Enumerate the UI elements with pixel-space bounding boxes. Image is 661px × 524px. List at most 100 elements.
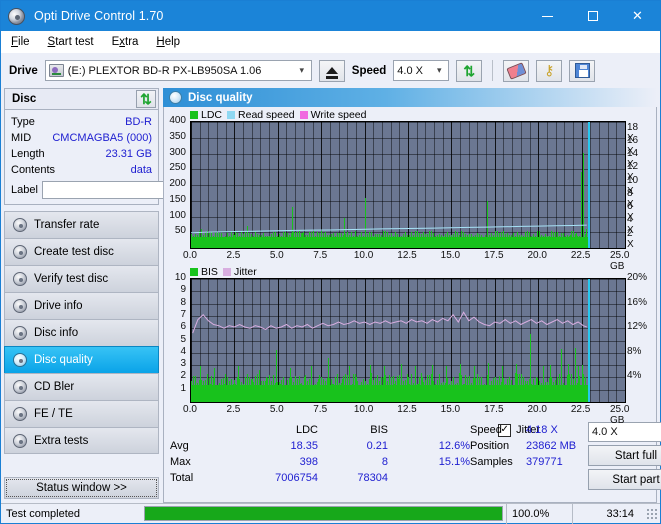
x-tick-label: 25.0 GB <box>610 404 629 426</box>
y-tick-label: 350 <box>164 131 186 142</box>
disc-panel-title: Disc <box>12 93 36 105</box>
menu-extra[interactable]: Extra <box>112 36 139 48</box>
stats-total-bis: 78304 <box>318 472 388 484</box>
sidebar-item-label: Create test disc <box>34 246 114 258</box>
run-info-row: Position 23862 MB <box>470 438 588 454</box>
menu-bar: FFileile Start test Extra Help <box>1 31 660 53</box>
disc-icon <box>13 245 27 259</box>
drive-label: Drive <box>9 65 38 77</box>
sidebar-item-extra-tests[interactable]: Extra tests <box>4 427 159 454</box>
x-tick-label: 2.5 <box>226 250 240 261</box>
disc-info-row: Contents data <box>11 162 152 178</box>
legend-label: Read speed <box>238 109 295 121</box>
status-window-button[interactable]: Status window >> <box>4 477 159 499</box>
close-button[interactable]: ✕ <box>615 1 660 31</box>
sidebar-item-disc-info[interactable]: Disc info <box>4 319 159 346</box>
keys-button[interactable]: ⚷ <box>536 60 562 82</box>
x-tick-label: 22.5 <box>571 404 590 415</box>
chevron-down-icon: ▾ <box>295 65 309 76</box>
legend-label: LDC <box>201 109 222 121</box>
x-tick-label: 25.0 GB <box>610 250 629 272</box>
speed-select[interactable]: 4.0 X ▾ <box>393 60 449 81</box>
disc-icon <box>13 380 27 394</box>
stats-row-label: Avg <box>170 440 232 452</box>
y-tick-label: 9 <box>164 284 186 295</box>
y-tick-label: 250 <box>164 162 186 173</box>
elapsed-time: 33:14 <box>572 504 646 524</box>
x-tick-label: 7.5 <box>313 404 327 415</box>
stats-table: LDC BIS ✓ Jitter Avg 18.35 0.21 12.6% Ma… <box>170 422 470 490</box>
y2-tick-label: 12% <box>627 321 647 332</box>
stats-max-bis: 8 <box>318 456 388 468</box>
drive-select[interactable]: (E:) PLEXTOR BD-R PX-LB950SA 1.06 ▾ <box>45 60 312 81</box>
y-tick-label: 8 <box>164 297 186 308</box>
charts-container: LDC Read speed Write speed 50 100 150 200 25… <box>163 107 657 503</box>
stats-total-ldc: 7006754 <box>232 472 318 484</box>
x-tick-label: 0.0 <box>183 250 197 261</box>
sidebar-item-label: FE / TE <box>34 408 73 420</box>
maximize-button[interactable] <box>570 1 615 31</box>
minimize-button[interactable] <box>525 1 570 31</box>
save-button[interactable] <box>569 60 595 82</box>
disc-icon <box>13 218 27 232</box>
toolbar-divider <box>492 60 493 81</box>
x-tick-label: 15.0 <box>441 250 460 261</box>
y-tick-label: 10 <box>164 272 186 283</box>
x-tick-label: 15.0 <box>441 404 460 415</box>
disc-info-row: Length 23.31 GB <box>11 146 152 162</box>
legend-label: Jitter <box>234 266 257 278</box>
stats-avg-jitter: 12.6% <box>388 440 470 452</box>
run-info-values: Speed 4.18 X Position 23862 MB Samples 3… <box>470 422 588 490</box>
sidebar-item-disc-quality[interactable]: Disc quality <box>4 346 159 373</box>
x-tick-label: 17.5 <box>484 404 503 415</box>
sidebar-item-transfer-rate[interactable]: Transfer rate <box>4 211 159 238</box>
run-controls: 4.0 X ▾ Start full Start part <box>588 422 661 490</box>
disc-refresh-button[interactable]: ⇅ <box>136 90 156 108</box>
disc-label-label: Label <box>11 184 38 196</box>
erase-button[interactable] <box>503 60 529 82</box>
x-tick-label: 5.0 <box>270 250 284 261</box>
disc-panel-header: Disc ⇅ <box>4 88 159 110</box>
chart-bottom: 1 2 3 4 5 6 7 8 9 10 4% 8% 12% 16% 20% <box>190 278 626 403</box>
sidebar-item-create-test-disc[interactable]: Create test disc <box>4 238 159 265</box>
disc-mid-value: CMCMAGBA5 (000) <box>52 132 152 144</box>
x-tick-label: 22.5 <box>571 250 590 261</box>
table-row: Avg 18.35 0.21 12.6% <box>170 438 470 454</box>
disc-contents-label: Contents <box>11 164 55 176</box>
sidebar-item-verify-test-disc[interactable]: Verify test disc <box>4 265 159 292</box>
run-info-row: Samples 379771 <box>470 454 588 470</box>
main-area: Disc ⇅ Type BD-R MID CMCMAGBA5 (000) Len… <box>1 88 660 503</box>
refresh-icon: ⇅ <box>140 92 152 106</box>
menu-help[interactable]: Help <box>156 36 180 48</box>
start-part-button[interactable]: Start part <box>588 469 661 490</box>
eject-button[interactable] <box>319 60 345 82</box>
x-tick-label: 17.5 <box>484 250 503 261</box>
window-title: Opti Drive Control 1.70 <box>34 9 163 23</box>
resize-grip[interactable] <box>646 508 658 520</box>
menu-start-test[interactable]: Start test <box>48 36 94 48</box>
disc-icon <box>13 326 27 340</box>
status-bar: Test completed 100.0% 33:14 <box>1 503 660 523</box>
sidebar-item-drive-info[interactable]: Drive info <box>4 292 159 319</box>
sidebar-item-cd-bler[interactable]: CD Bler <box>4 373 159 400</box>
sidebar-item-fe-te[interactable]: FE / TE <box>4 400 159 427</box>
start-full-button[interactable]: Start full <box>588 445 661 466</box>
legend-swatch <box>300 111 308 119</box>
title-bar: Opti Drive Control 1.70 ✕ <box>1 1 660 31</box>
plot-area-bottom <box>190 278 626 403</box>
x-tick-label: 20.0 <box>527 404 546 415</box>
run-info-row: Speed 4.18 X <box>470 422 588 438</box>
stats-max-ldc: 398 <box>232 456 318 468</box>
refresh-button[interactable]: ⇅ <box>456 60 482 82</box>
table-row: Total 7006754 78304 <box>170 470 470 486</box>
legend-swatch <box>223 268 231 276</box>
floppy-save-icon <box>575 63 590 78</box>
run-samples-value: 379771 <box>526 456 563 468</box>
drive-icon <box>49 64 64 77</box>
y-tick-label: 200 <box>164 178 186 189</box>
disc-type-label: Type <box>11 116 35 128</box>
sidebar-item-label: Extra tests <box>34 435 88 447</box>
eraser-icon <box>506 62 526 79</box>
disc-label-row: Label <box>11 180 152 199</box>
menu-file[interactable]: FFileile <box>11 36 30 48</box>
